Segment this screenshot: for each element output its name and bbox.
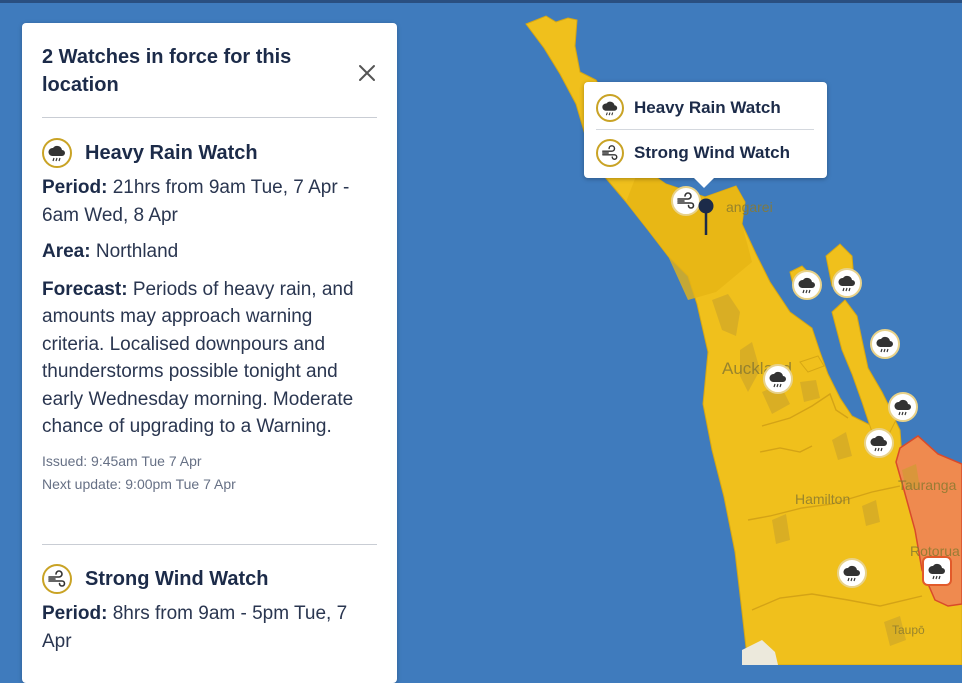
popup-item-heavy-rain[interactable]: Heavy Rain Watch (596, 90, 814, 126)
map-marker-rain[interactable] (832, 268, 862, 298)
map-marker-rain[interactable] (870, 329, 900, 359)
watch-area: Area: Northland (42, 241, 179, 262)
rain-cloud-icon (894, 399, 911, 416)
popup-divider (596, 129, 814, 130)
watch-issued: Issued: 9:45am Tue 7 Apr (42, 452, 202, 469)
wind-icon (42, 564, 72, 594)
watch-heavy-rain: Heavy Rain Watch Period: 21hrs from 9am … (42, 136, 377, 496)
watch-period: Period: 8hrs from 9am - 5pm Tue, 7 Apr (42, 603, 348, 652)
map-marker-rain[interactable] (864, 428, 894, 458)
popup-item-strong-wind[interactable]: Strong Wind Watch (596, 135, 814, 171)
watch-strong-wind: Strong Wind Watch Period: 8hrs from 9am … (42, 562, 377, 655)
map-marker-rain-warning[interactable] (922, 556, 952, 586)
map-marker-rain[interactable] (837, 558, 867, 588)
watch-title: Strong Wind Watch (85, 567, 269, 590)
map-label-tauranga: Tauranga (898, 477, 957, 493)
rain-cloud-icon (769, 371, 786, 388)
map-popup: Heavy Rain Watch Strong Wind Watch (584, 82, 827, 188)
watch-forecast: Forecast: Periods of heavy rain, and amo… (42, 278, 354, 438)
watch-period: Period: 21hrs from 9am Tue, 7 Apr - 6am … (42, 177, 350, 226)
watch-details-panel: 2 Watches in force for this location Hea… (22, 23, 397, 683)
watch-next-update: Next update: 9:00pm Tue 7 Apr (42, 475, 236, 492)
rain-cloud-icon (876, 336, 893, 353)
wind-icon (596, 139, 624, 167)
rain-cloud-icon (838, 275, 855, 292)
panel-title: 2 Watches in force for this location (42, 46, 292, 96)
rain-cloud-icon (42, 138, 72, 168)
map-label-hamilton: Hamilton (795, 491, 850, 507)
map-label-whangarei: angarei (726, 199, 773, 215)
map-marker-rain[interactable] (792, 270, 822, 300)
map-marker-rain[interactable] (888, 392, 918, 422)
watch-title: Heavy Rain Watch (85, 141, 258, 164)
wind-icon (677, 192, 695, 209)
rain-cloud-icon (928, 563, 945, 580)
map-marker-rain[interactable] (763, 364, 793, 394)
rain-cloud-icon (596, 94, 624, 122)
close-icon[interactable] (355, 61, 379, 85)
map-label-taupo: Taupō (892, 623, 925, 637)
divider (42, 117, 377, 118)
divider (42, 544, 377, 545)
rain-cloud-icon (870, 435, 887, 452)
popup-item-label: Heavy Rain Watch (634, 98, 781, 117)
rain-cloud-icon (798, 277, 815, 294)
popup-item-label: Strong Wind Watch (634, 143, 790, 162)
location-pin-icon[interactable] (697, 197, 715, 237)
rain-cloud-icon (843, 565, 860, 582)
